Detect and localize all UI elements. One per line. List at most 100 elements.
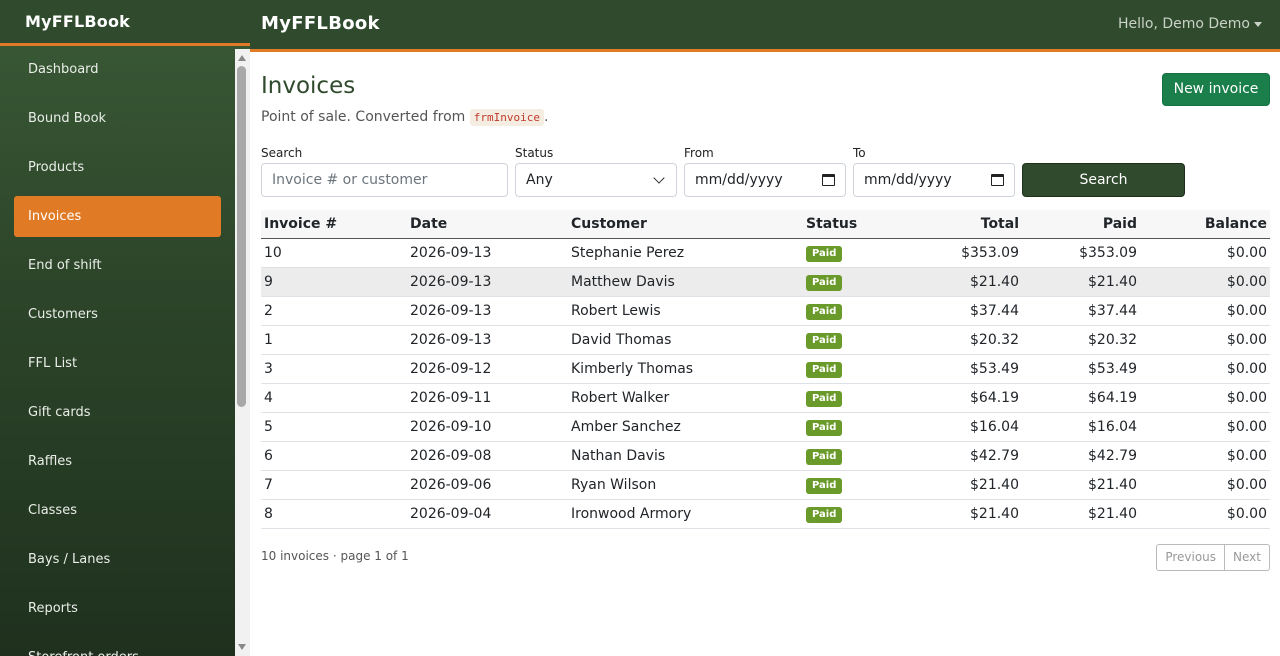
cell-invoice-number: 6	[261, 441, 407, 471]
cell-status: Paid	[803, 325, 901, 355]
sidebar-item-ffl-list[interactable]: FFL List	[14, 343, 221, 384]
column-header-total[interactable]: Total	[901, 210, 1022, 239]
sidebar-item-label: End of shift	[28, 258, 102, 273]
cell-date: 2026-09-04	[407, 499, 568, 529]
cell-status: Paid	[803, 383, 901, 413]
cell-date: 2026-09-13	[407, 238, 568, 268]
table-row[interactable]: 4 2026-09-11 Robert Walker Paid $64.19 $64.19…	[261, 383, 1270, 413]
cell-invoice-number: 8	[261, 499, 407, 529]
previous-page-button[interactable]: Previous	[1156, 544, 1226, 571]
cell-status: Paid	[803, 412, 901, 442]
cell-balance: $0.00	[1140, 383, 1270, 413]
topbar-brand[interactable]: MyFFLBook	[261, 13, 380, 34]
cell-date: 2026-09-13	[407, 325, 568, 355]
sidebar-item-reports[interactable]: Reports	[14, 588, 221, 629]
scroll-down-arrow-icon[interactable]	[238, 644, 246, 650]
subtitle-text: Point of sale. Converted from	[261, 109, 466, 125]
topbar: MyFFLBook Hello, Demo Demo	[250, 0, 1280, 52]
sidebar-scrollbar[interactable]	[235, 49, 250, 656]
subtitle-suffix: .	[544, 109, 549, 125]
cell-customer: Stephanie Perez	[568, 238, 803, 268]
search-input[interactable]: Invoice # or customer	[261, 163, 508, 197]
caret-down-icon	[1254, 21, 1262, 27]
sidebar-item-label: Dashboard	[28, 62, 99, 77]
to-date-input[interactable]: mm/dd/yyyy	[853, 163, 1015, 197]
cell-status: Paid	[803, 499, 901, 529]
cell-customer: Nathan Davis	[568, 441, 803, 471]
calendar-icon[interactable]	[991, 174, 1004, 186]
cell-paid: $16.04	[1022, 412, 1140, 442]
table-row[interactable]: 7 2026-09-06 Ryan Wilson Paid $21.40 $21.40 $0…	[261, 470, 1270, 500]
table-row[interactable]: 10 2026-09-13 Stephanie Perez Paid $353.09 $3…	[261, 238, 1270, 268]
invoices-table: Invoice # Date Customer Status Total Pai…	[261, 210, 1270, 529]
status-badge: Paid	[806, 361, 843, 378]
status-badge: Paid	[806, 506, 843, 523]
scroll-up-arrow-icon[interactable]	[238, 55, 246, 61]
sidebar-item-storefront-orders[interactable]: Storefront orders	[14, 637, 221, 656]
scrollbar-thumb[interactable]	[237, 66, 246, 407]
status-badge: Paid	[806, 390, 843, 407]
status-badge: Paid	[806, 332, 843, 349]
to-date-placeholder: mm/dd/yyyy	[864, 172, 952, 188]
column-header-invoice[interactable]: Invoice #	[261, 210, 407, 239]
sidebar-item-products[interactable]: Products	[14, 147, 221, 188]
cell-paid: $37.44	[1022, 296, 1140, 326]
table-row[interactable]: 9 2026-09-13 Matthew Davis Paid $21.40 $21.40…	[261, 267, 1270, 297]
cell-customer: Robert Lewis	[568, 296, 803, 326]
sidebar-item-label: Bays / Lanes	[28, 552, 111, 567]
table-row[interactable]: 3 2026-09-12 Kimberly Thomas Paid $53.49 $53.…	[261, 354, 1270, 384]
table-row[interactable]: 2 2026-09-13 Robert Lewis Paid $37.44 $37.44 $…	[261, 296, 1270, 326]
search-button[interactable]: Search	[1022, 163, 1185, 197]
table-header-row: Invoice # Date Customer Status Total Pai…	[261, 210, 1270, 239]
user-menu[interactable]: Hello, Demo Demo	[1118, 16, 1262, 32]
cell-balance: $0.00	[1140, 441, 1270, 471]
cell-status: Paid	[803, 441, 901, 471]
sidebar-item-label: Invoices	[28, 209, 82, 224]
column-header-balance[interactable]: Balance	[1140, 210, 1270, 239]
status-label: Status	[515, 146, 554, 160]
column-header-status[interactable]: Status	[803, 210, 901, 239]
from-date-input[interactable]: mm/dd/yyyy	[684, 163, 846, 197]
status-badge: Paid	[806, 419, 843, 436]
column-header-date[interactable]: Date	[407, 210, 568, 239]
column-header-paid[interactable]: Paid	[1022, 210, 1140, 239]
cell-date: 2026-09-13	[407, 267, 568, 297]
sidebar-item-raffles[interactable]: Raffles	[14, 441, 221, 482]
sidebar-item-classes[interactable]: Classes	[14, 490, 221, 531]
sidebar-nav: Dashboard Bound Book Products Invoices End o…	[14, 49, 221, 656]
table-row[interactable]: 1 2026-09-13 David Thomas Paid $20.32 $20.32 $…	[261, 325, 1270, 355]
status-select-value: Any	[526, 172, 553, 188]
cell-status: Paid	[803, 238, 901, 268]
new-invoice-button[interactable]: New invoice	[1162, 73, 1270, 106]
cell-balance: $0.00	[1140, 325, 1270, 355]
column-header-customer[interactable]: Customer	[568, 210, 803, 239]
table-row[interactable]: 8 2026-09-04 Ironwood Armory Paid $21.40 $21.…	[261, 499, 1270, 529]
cell-date: 2026-09-08	[407, 441, 568, 471]
cell-paid: $64.19	[1022, 383, 1140, 413]
sidebar-item-bays-lanes[interactable]: Bays / Lanes	[14, 539, 221, 580]
table-row[interactable]: 5 2026-09-10 Amber Sanchez Paid $16.04 $16.04…	[261, 412, 1270, 442]
sidebar-item-label: Classes	[28, 503, 77, 518]
sidebar-item-dashboard[interactable]: Dashboard	[14, 49, 221, 90]
sidebar-brand[interactable]: MyFFLBook	[0, 0, 250, 46]
next-page-button[interactable]: Next	[1225, 544, 1270, 571]
sidebar-item-end-of-shift[interactable]: End of shift	[14, 245, 221, 286]
user-menu-label: Hello, Demo Demo	[1117, 16, 1250, 32]
sidebar-item-invoices[interactable]: Invoices	[14, 196, 221, 237]
sidebar-item-customers[interactable]: Customers	[14, 294, 221, 335]
sidebar-item-label: Bound Book	[28, 111, 107, 126]
sidebar-item-gift-cards[interactable]: Gift cards	[14, 392, 221, 433]
cell-paid: $21.40	[1022, 267, 1140, 297]
search-label: Search	[261, 146, 303, 160]
calendar-icon[interactable]	[822, 174, 835, 186]
cell-total: $21.40	[901, 499, 1022, 529]
cell-invoice-number: 10	[261, 238, 407, 268]
sidebar-item-bound-book[interactable]: Bound Book	[14, 98, 221, 139]
cell-total: $21.40	[901, 267, 1022, 297]
status-badge: Paid	[806, 477, 843, 494]
cell-total: $16.04	[901, 412, 1022, 442]
cell-paid: $21.40	[1022, 499, 1140, 529]
table-row[interactable]: 6 2026-09-08 Nathan Davis Paid $42.79 $42.79 $…	[261, 441, 1270, 471]
status-select[interactable]: Any	[515, 163, 677, 197]
cell-customer: Matthew Davis	[568, 267, 803, 297]
